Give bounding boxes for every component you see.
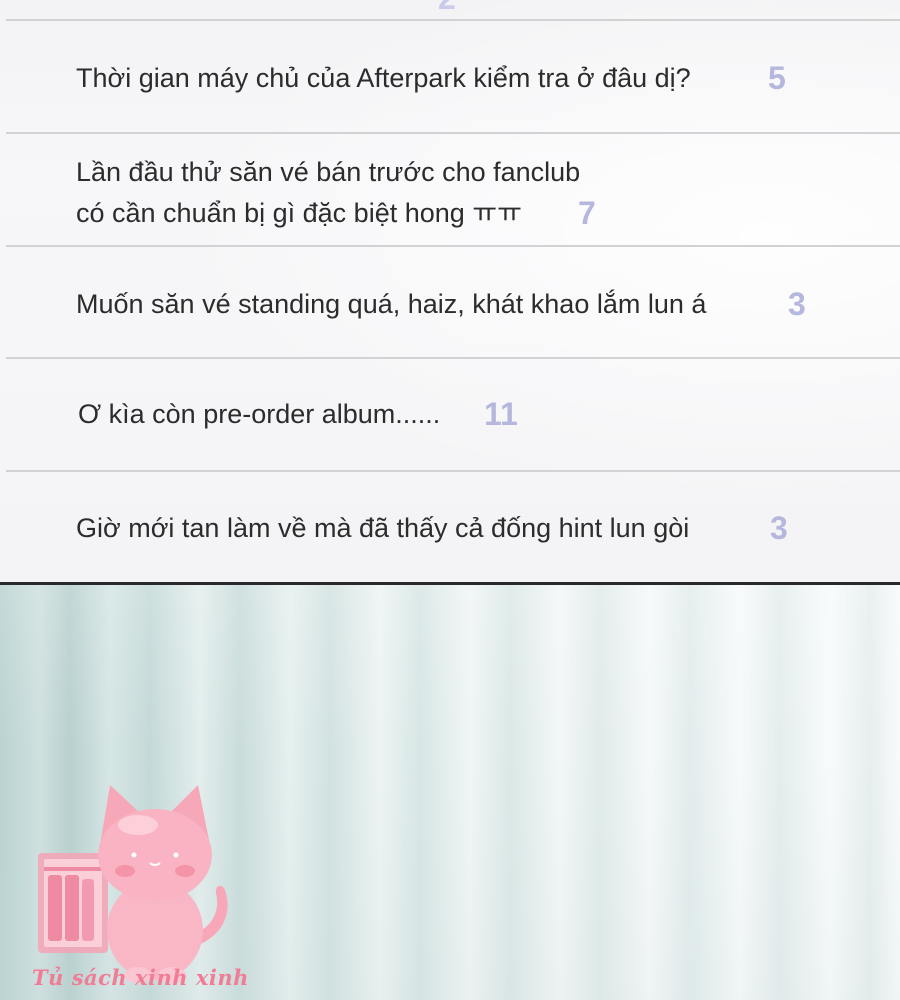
reply-count: 5 [768,60,786,96]
reply-count: 7 [578,195,596,231]
divider [6,245,900,247]
list-item-text: Muốn săn vé standing quá, haiz, khát kha… [76,289,707,319]
reply-count: 3 [788,286,806,322]
reply-count: 2 [438,0,456,18]
reply-count: 3 [770,510,788,546]
divider [6,19,900,21]
list-item[interactable]: Ơ kìa còn pre-order album...... 11 [0,394,900,434]
list-item[interactable]: Muốn săn vé standing quá, haiz, khát kha… [0,284,900,324]
list-item[interactable]: Lần đầu thử săn vé bán trước cho fanclub… [0,152,900,236]
reply-count: 11 [484,396,518,432]
list-item-text: Giờ mới tan làm về mà đã thấy cả đống hi… [76,513,690,543]
divider [6,357,900,359]
list-item-text: Thời gian máy chủ của Afterpark kiểm tra… [76,63,691,93]
list-item-text: Ơ kìa còn pre-order album...... [78,399,441,429]
divider [6,470,900,472]
list-item-cutoff[interactable]: ····· · · · · · · ” 2 [0,0,900,20]
question-list-panel: ····· · · · · · · ” 2 Thời gian máy chủ … [0,0,900,583]
page: ····· · · · · · · ” 2 Thời gian máy chủ … [0,0,900,1000]
divider [6,132,900,134]
list-item-text-line2: có cần chuẩn bị gì đặc biệt hong ㅠㅠ [76,198,522,228]
watermark-text: Tủ sách xinh xinh [32,965,249,990]
list-item-text-line1: Lần đầu thử săn vé bán trước cho fanclub [76,157,581,187]
list-item-text: ····· · · · · · · ” [130,0,290,14]
list-item[interactable]: Giờ mới tan làm về mà đã thấy cả đống hi… [0,508,900,548]
list-item[interactable]: Thời gian máy chủ của Afterpark kiểm tra… [0,58,900,98]
